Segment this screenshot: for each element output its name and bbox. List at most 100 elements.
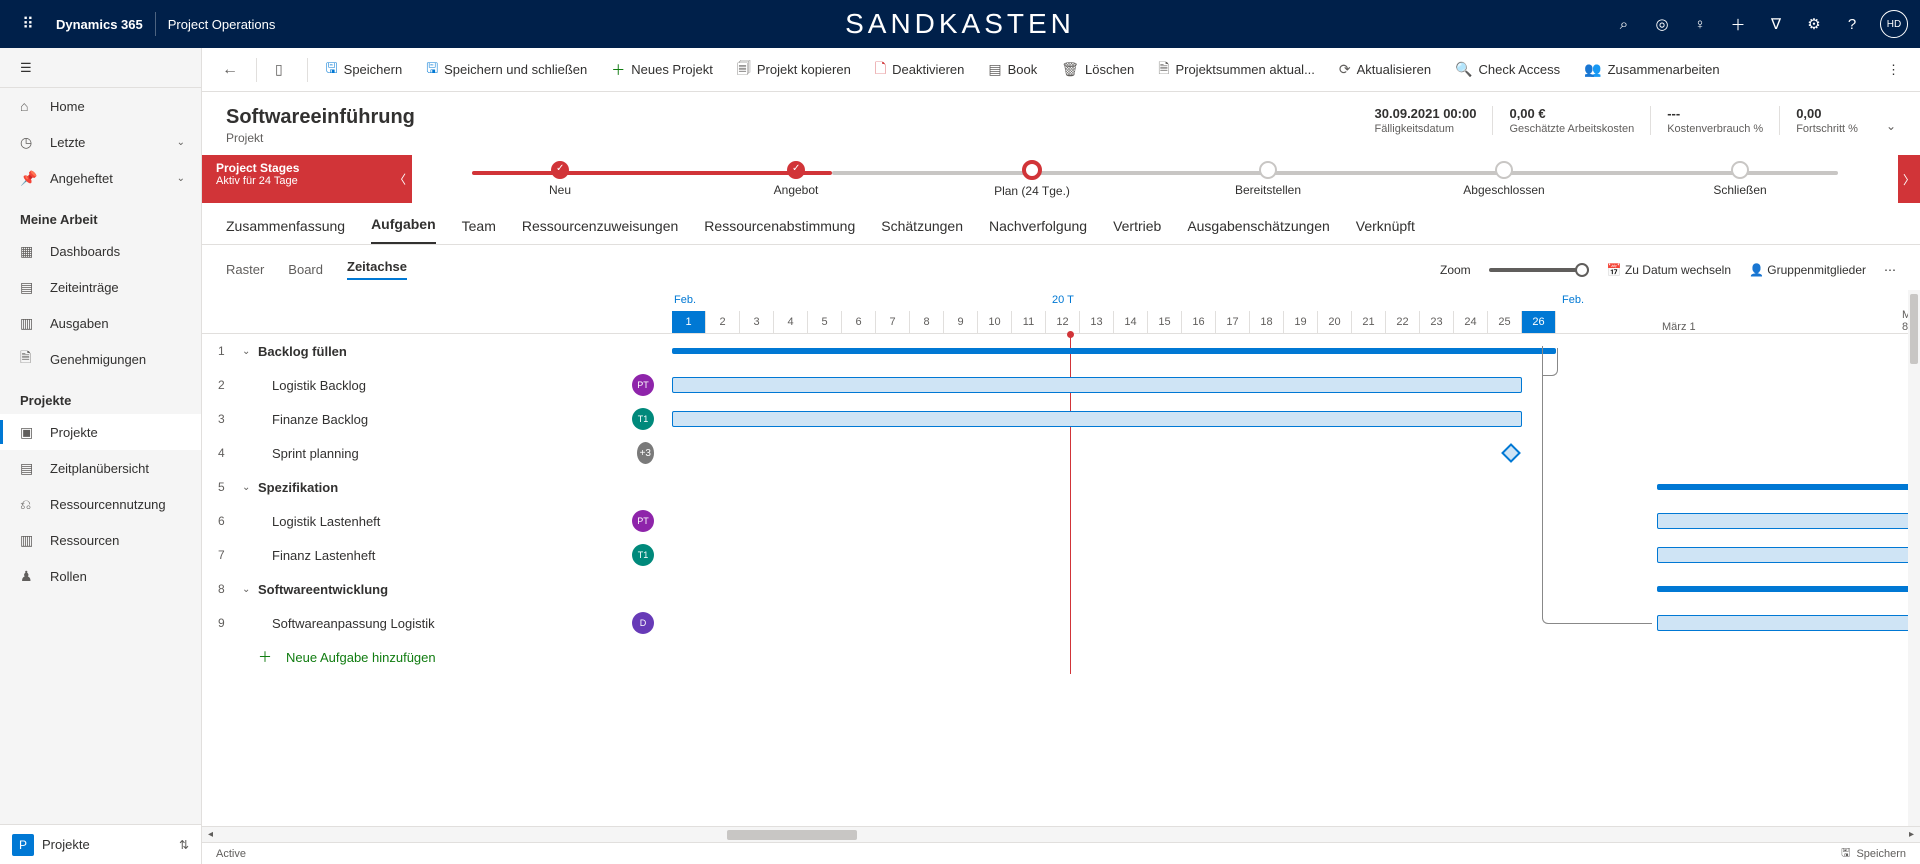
tab-related[interactable]: Verknüpft — [1356, 218, 1415, 244]
nav-home[interactable]: ⌂Home — [0, 88, 201, 124]
help-icon[interactable]: ? — [1842, 16, 1862, 33]
day-cell[interactable]: 23 — [1420, 311, 1454, 333]
day-cell[interactable]: 24 — [1454, 311, 1488, 333]
advance-stage-button[interactable]: 〉 — [1898, 155, 1920, 203]
tab-reconciliation[interactable]: Ressourcenabstimmung — [704, 218, 855, 244]
nav-roles[interactable]: ♟Rollen — [0, 558, 201, 594]
overflow-button[interactable]: ⋮ — [1877, 54, 1910, 86]
collaborate-button[interactable]: 👥Zusammenarbeiten — [1574, 54, 1729, 86]
day-cell[interactable]: 1 — [672, 311, 706, 333]
day-cell[interactable]: 25 — [1488, 311, 1522, 333]
nav-time[interactable]: ▤Zeiteinträge — [0, 269, 201, 305]
gantt-summary-bar[interactable] — [1657, 484, 1920, 490]
task-row[interactable]: 1⌄Backlog füllen — [202, 334, 672, 368]
vertical-scrollbar[interactable] — [1908, 290, 1920, 826]
tab-expense-estimates[interactable]: Ausgabenschätzungen — [1187, 218, 1329, 244]
day-cell[interactable]: 7 — [876, 311, 910, 333]
stage-schliessen[interactable]: Schließen — [1622, 161, 1858, 197]
save-status-icon[interactable]: 🖫 — [1841, 844, 1850, 863]
subtab-board[interactable]: Board — [288, 262, 323, 277]
delete-button[interactable]: 🗑Löschen — [1051, 54, 1144, 86]
switch-icon[interactable]: ⇅ — [179, 838, 189, 852]
collapse-icon[interactable]: ⌄ — [242, 482, 258, 493]
user-avatar[interactable]: HD — [1880, 10, 1908, 38]
goto-date-button[interactable]: 📅 Zu Datum wechseln — [1607, 263, 1731, 277]
day-cell[interactable]: 12 — [1046, 311, 1080, 333]
assignee-avatar[interactable]: PT — [632, 374, 654, 396]
horizontal-scrollbar[interactable]: ◂ ▸ — [202, 826, 1920, 842]
tab-sales[interactable]: Vertrieb — [1113, 218, 1161, 244]
area-switcher[interactable]: P Projekte ⇅ — [0, 824, 201, 864]
book-button[interactable]: ▤Book — [978, 54, 1047, 86]
scroll-right-icon[interactable]: ▸ — [1905, 827, 1918, 842]
day-cell[interactable]: 2 — [706, 311, 740, 333]
day-cell[interactable]: 19 — [1284, 311, 1318, 333]
day-cell[interactable]: 22 — [1386, 311, 1420, 333]
gear-icon[interactable]: ⚙ — [1804, 15, 1824, 33]
day-cell[interactable]: 15 — [1148, 311, 1182, 333]
back-button[interactable]: ← — [212, 54, 248, 86]
chevron-left-icon[interactable]: 〈 — [394, 171, 406, 188]
day-cell[interactable]: 5 — [808, 311, 842, 333]
nav-recent[interactable]: ◷Letzte⌄ — [0, 124, 201, 160]
gantt-bar[interactable] — [672, 377, 1522, 393]
day-cell[interactable]: 18 — [1250, 311, 1284, 333]
day-cell[interactable]: 3 — [740, 311, 774, 333]
day-cell[interactable]: 8 — [910, 311, 944, 333]
nav-dashboards[interactable]: ▦Dashboards — [0, 233, 201, 269]
tab-estimates[interactable]: Schätzungen — [881, 218, 963, 244]
nav-resources[interactable]: ▥Ressourcen — [0, 522, 201, 558]
day-cell[interactable]: 17 — [1216, 311, 1250, 333]
deactivate-button[interactable]: 🗋Deaktivieren — [865, 54, 975, 86]
day-cell[interactable]: 16 — [1182, 311, 1216, 333]
task-row[interactable]: 6Logistik LastenheftPT — [202, 504, 672, 538]
assignee-avatar[interactable]: +3 — [637, 442, 654, 464]
zoom-slider[interactable] — [1489, 268, 1589, 272]
day-cell[interactable]: 11 — [1012, 311, 1046, 333]
tab-tracking[interactable]: Nachverfolgung — [989, 218, 1087, 244]
tab-tasks[interactable]: Aufgaben — [371, 216, 436, 244]
task-row[interactable]: 2Logistik BacklogPT — [202, 368, 672, 402]
task-row[interactable]: 8⌄Softwareentwicklung — [202, 572, 672, 606]
day-cell[interactable]: 26 — [1522, 311, 1556, 333]
task-row[interactable]: 3Finanze BacklogT1 — [202, 402, 672, 436]
assignee-avatar[interactable]: T1 — [632, 408, 654, 430]
new-button[interactable]: ＋Neues Projekt — [601, 54, 723, 86]
nav-resutil[interactable]: ⎌Ressourcennutzung — [0, 486, 201, 522]
collapse-icon[interactable]: ⌄ — [242, 584, 258, 595]
search-icon[interactable]: ⌕ — [1614, 16, 1634, 33]
nav-schedule[interactable]: ▤Zeitplanübersicht — [0, 450, 201, 486]
assignee-avatar[interactable]: PT — [632, 510, 654, 532]
bulb-icon[interactable]: ♀ — [1690, 16, 1710, 33]
task-row[interactable]: 7Finanz LastenheftT1 — [202, 538, 672, 572]
plus-icon[interactable]: ＋ — [1728, 14, 1748, 35]
nav-pinned[interactable]: 📌Angeheftet⌄ — [0, 160, 201, 196]
task-row[interactable]: 5⌄Spezifikation — [202, 470, 672, 504]
collapse-icon[interactable]: ⌄ — [242, 346, 258, 357]
scroll-left-icon[interactable]: ◂ — [204, 827, 217, 842]
stage-flag[interactable]: Project Stages Aktiv für 24 Tage 〈 — [202, 155, 412, 203]
hamburger-icon[interactable]: ☰ — [0, 48, 201, 88]
gantt-bar[interactable] — [1657, 547, 1920, 563]
target-icon[interactable]: ◎ — [1652, 15, 1672, 33]
stage-angebot[interactable]: Angebot — [678, 161, 914, 197]
day-cell[interactable]: 21 — [1352, 311, 1386, 333]
stage-neu[interactable]: Neu — [442, 161, 678, 197]
stage-plan[interactable]: Plan (24 Tge.) — [914, 160, 1150, 198]
module-label[interactable]: Project Operations — [156, 17, 288, 32]
more-icon[interactable]: ⋯ — [1884, 263, 1896, 277]
stage-bereitstellen[interactable]: Bereitstellen — [1150, 161, 1386, 197]
filter-icon[interactable]: ∇ — [1766, 15, 1786, 33]
gantt-milestone[interactable] — [1501, 443, 1521, 463]
gantt-bar[interactable] — [672, 411, 1522, 427]
tab-assignments[interactable]: Ressourcenzuweisungen — [522, 218, 678, 244]
save-close-button[interactable]: 🖫Speichern und schließen — [416, 54, 597, 86]
tab-team[interactable]: Team — [462, 218, 496, 244]
day-cell[interactable]: 13 — [1080, 311, 1114, 333]
day-cell[interactable]: 10 — [978, 311, 1012, 333]
scroll-thumb[interactable] — [727, 830, 857, 840]
assignee-avatar[interactable]: T1 — [632, 544, 654, 566]
check-access-button[interactable]: 🔍Check Access — [1445, 54, 1570, 86]
add-task-button[interactable]: ＋Neue Aufgabe hinzufügen — [202, 640, 672, 674]
nav-projects[interactable]: ▣Projekte — [0, 414, 201, 450]
